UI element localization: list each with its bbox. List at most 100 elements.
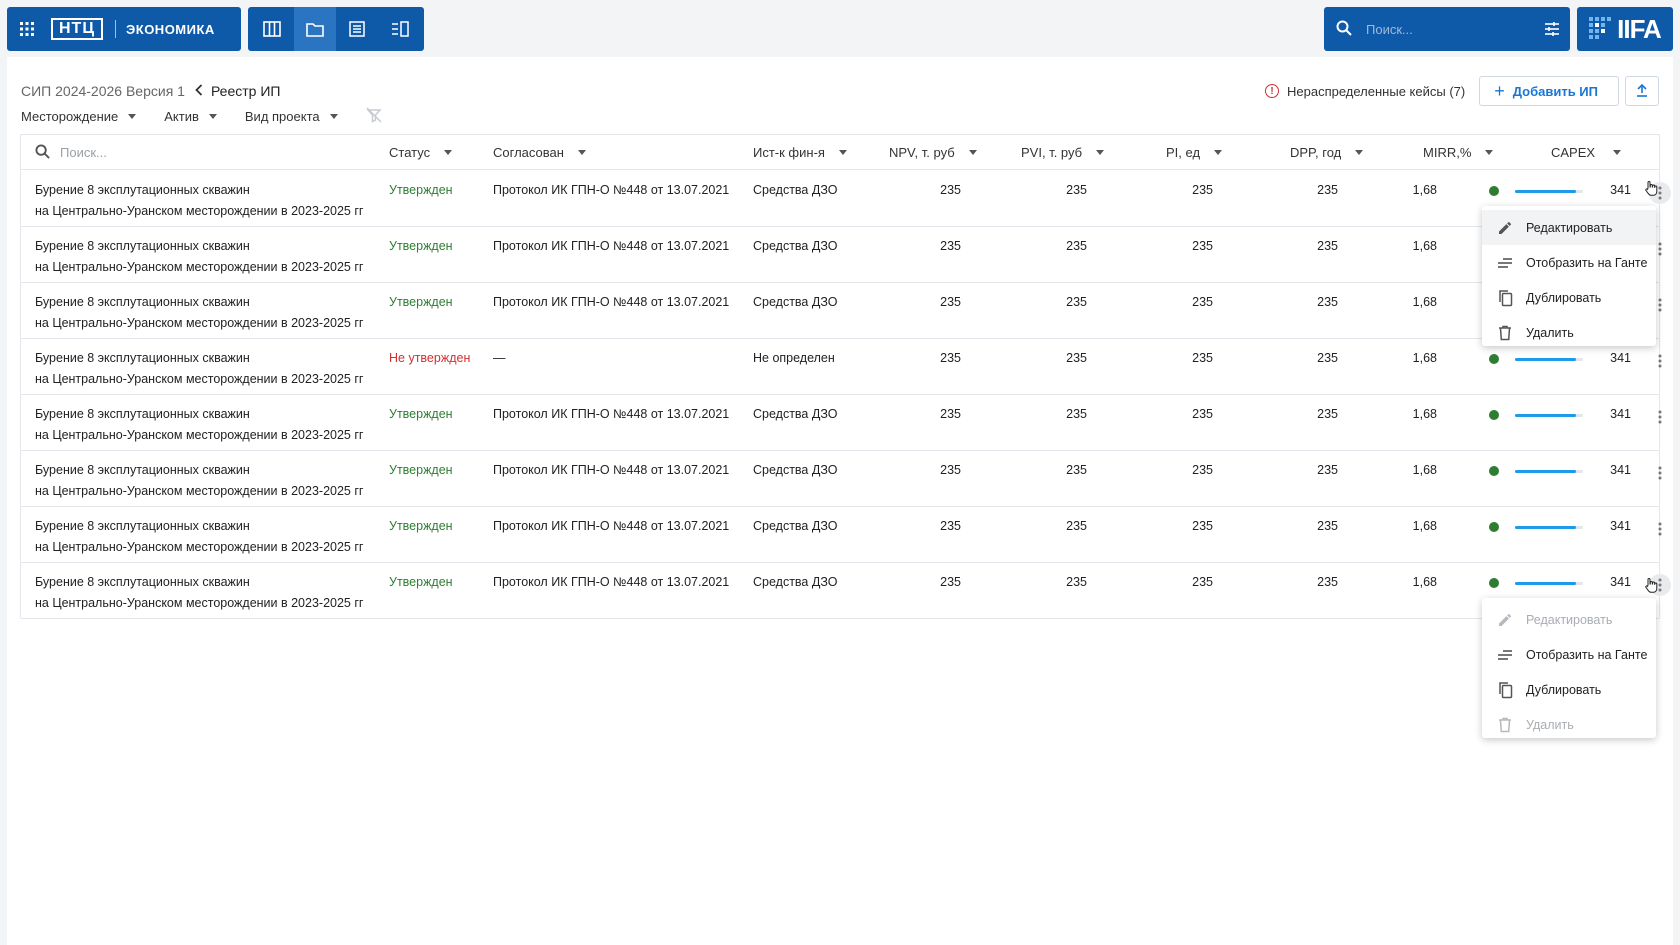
project-name[interactable]: Бурение 8 эксплутационных скважин на Цент… — [35, 460, 370, 502]
npv-value: 235 — [940, 463, 961, 477]
menu-item-trash[interactable]: Удалить — [1482, 315, 1656, 350]
column-capex[interactable]: CAPEX — [1551, 135, 1622, 170]
project-name-line2: на Центрально-Уранском месторождении в 2… — [35, 316, 364, 330]
capex-value: 341 — [1610, 183, 1631, 197]
npv-value: 235 — [940, 407, 961, 421]
gantt-icon — [1494, 645, 1516, 665]
caret-down-icon — [577, 150, 586, 155]
table-row[interactable]: Бурение 8 эксплутационных скважин на Цент… — [21, 395, 1662, 451]
breadcrumb-parent[interactable]: СИП 2024-2026 Версия 1 — [21, 83, 185, 99]
column-dpp[interactable]: DPP, год — [1290, 135, 1364, 170]
add-project-button[interactable]: + Добавить ИП — [1479, 76, 1619, 106]
table-row[interactable]: Бурение 8 эксплутационных скважин на Цент… — [21, 227, 1662, 283]
project-name[interactable]: Бурение 8 эксплутационных скважин на Цент… — [35, 292, 370, 334]
upload-button[interactable] — [1625, 76, 1659, 106]
module-name[interactable]: ЭКОНОМИКА — [126, 22, 215, 37]
folder-view-icon[interactable] — [293, 7, 336, 51]
caret-down-icon — [1096, 150, 1105, 155]
company-logo[interactable]: НТЦ — [51, 18, 104, 40]
capex-progress-fill — [1515, 470, 1577, 473]
more-vert-icon[interactable] — [1649, 462, 1671, 484]
table-search[interactable]: Поиск... — [35, 135, 107, 170]
project-name[interactable]: Бурение 8 эксплутационных скважин на Цент… — [35, 516, 370, 558]
menu-item-copy[interactable]: Дублировать — [1482, 280, 1656, 315]
clear-filter-icon[interactable] — [365, 106, 382, 126]
mirr-value: 1,68 — [1412, 183, 1437, 197]
more-vert-icon[interactable] — [1649, 406, 1671, 428]
filter-settings-icon[interactable] — [1534, 21, 1570, 37]
agreed-protocol: Протокол ИК ГПН-О №448 от 13.07.2021 — [493, 239, 730, 253]
dpp-value: 235 — [1317, 183, 1338, 197]
project-name-line1: Бурение 8 эксплутационных скважин — [35, 295, 250, 309]
filter-asset[interactable]: Актив — [164, 109, 217, 124]
table-row[interactable]: Бурение 8 эксплутационных скважин на Цент… — [21, 339, 1662, 395]
capex-progress-fill — [1515, 190, 1577, 193]
column-mirr[interactable]: MIRR,% — [1423, 135, 1494, 170]
unassigned-cases-link[interactable]: ! Нераспределенные кейсы (7) — [1265, 84, 1465, 99]
split-view-icon[interactable] — [379, 7, 422, 51]
column-status[interactable]: Статус — [389, 135, 453, 170]
column-pvi[interactable]: PVI, т. руб — [1021, 135, 1105, 170]
pvi-value: 235 — [1066, 239, 1087, 253]
status-badge: Утвержден — [389, 239, 453, 253]
project-name[interactable]: Бурение 8 эксплутационных скважин на Цент… — [35, 180, 370, 222]
project-name[interactable]: Бурение 8 эксплутационных скважин на Цент… — [35, 236, 370, 278]
pi-value: 235 — [1192, 407, 1213, 421]
global-search-input[interactable]: Поиск... — [1366, 22, 1534, 37]
project-name[interactable]: Бурение 8 эксплутационных скважин на Цент… — [35, 404, 370, 446]
column-agreed[interactable]: Согласован — [493, 135, 586, 170]
agreed-protocol: Протокол ИК ГПН-О №448 от 13.07.2021 — [493, 575, 730, 589]
more-vert-icon[interactable] — [1649, 518, 1671, 540]
menu-item-label: Редактировать — [1526, 612, 1613, 627]
status-dot — [1489, 354, 1499, 364]
table-row[interactable]: Бурение 8 эксплутационных скважин на Цент… — [21, 283, 1662, 339]
caret-down-icon — [838, 150, 847, 155]
mirr-value: 1,68 — [1412, 519, 1437, 533]
mirr-value: 1,68 — [1412, 239, 1437, 253]
capex-value: 341 — [1610, 351, 1631, 365]
pi-value: 235 — [1192, 183, 1213, 197]
project-name[interactable]: Бурение 8 эксплутационных скважин на Цент… — [35, 572, 370, 614]
menu-item-trash[interactable]: Удалить — [1482, 707, 1656, 742]
filter-project-type[interactable]: Вид проекта — [245, 109, 338, 124]
dpp-value: 235 — [1317, 407, 1338, 421]
global-search[interactable]: Поиск... — [1324, 7, 1570, 51]
more-vert-icon[interactable] — [1649, 350, 1671, 372]
list-view-icon[interactable] — [336, 7, 379, 51]
table-row[interactable]: Бурение 8 эксплутационных скважин на Цент… — [21, 451, 1662, 507]
capex-progress-fill — [1515, 526, 1577, 529]
filter-field[interactable]: Месторождение — [21, 109, 137, 124]
column-pi[interactable]: PI, ед — [1166, 135, 1223, 170]
columns-view-icon[interactable] — [251, 7, 294, 51]
filters-bar: Месторождение Актив Вид проекта — [21, 103, 382, 129]
status-badge: Утвержден — [389, 519, 453, 533]
npv-value: 235 — [940, 351, 961, 365]
column-source[interactable]: Ист-к фин-я — [753, 135, 847, 170]
main-panel: СИП 2024-2026 Версия 1 Реестр ИП ! Нерас… — [7, 57, 1673, 945]
menu-item-copy[interactable]: Дублировать — [1482, 672, 1656, 707]
row-context-menu: Редактировать Отобразить на Ганте Дублиров… — [1482, 206, 1656, 346]
dpp-value: 235 — [1317, 351, 1338, 365]
table-search-input[interactable]: Поиск... — [60, 145, 107, 160]
status-dot — [1489, 410, 1499, 420]
plus-icon: + — [1494, 80, 1505, 101]
add-project-label: Добавить ИП — [1512, 83, 1598, 99]
partner-logo: IIFA — [1617, 13, 1662, 44]
table-row[interactable]: Бурение 8 эксплутационных скважин на Цент… — [21, 171, 1671, 227]
pi-value: 235 — [1192, 519, 1213, 533]
back-chevron-icon[interactable] — [195, 83, 203, 99]
menu-item-pencil[interactable]: Редактировать — [1482, 210, 1656, 245]
pvi-value: 235 — [1066, 407, 1087, 421]
trash-icon — [1494, 323, 1516, 343]
column-npv[interactable]: NPV, т. руб — [889, 135, 977, 170]
search-icon — [35, 143, 50, 162]
menu-item-pencil[interactable]: Редактировать — [1482, 602, 1656, 637]
menu-item-gantt[interactable]: Отобразить на Ганте — [1482, 637, 1656, 672]
project-name[interactable]: Бурение 8 эксплутационных скважин на Цент… — [35, 348, 370, 390]
table-row[interactable]: Бурение 8 эксплутационных скважин на Цент… — [21, 507, 1662, 563]
table-row[interactable]: Бурение 8 эксплутационных скважин на Цент… — [21, 563, 1671, 619]
menu-item-gantt[interactable]: Отобразить на Ганте — [1482, 245, 1656, 280]
apps-grid-icon[interactable] — [7, 7, 47, 51]
gantt-icon — [1494, 253, 1516, 273]
pi-value: 235 — [1192, 351, 1213, 365]
